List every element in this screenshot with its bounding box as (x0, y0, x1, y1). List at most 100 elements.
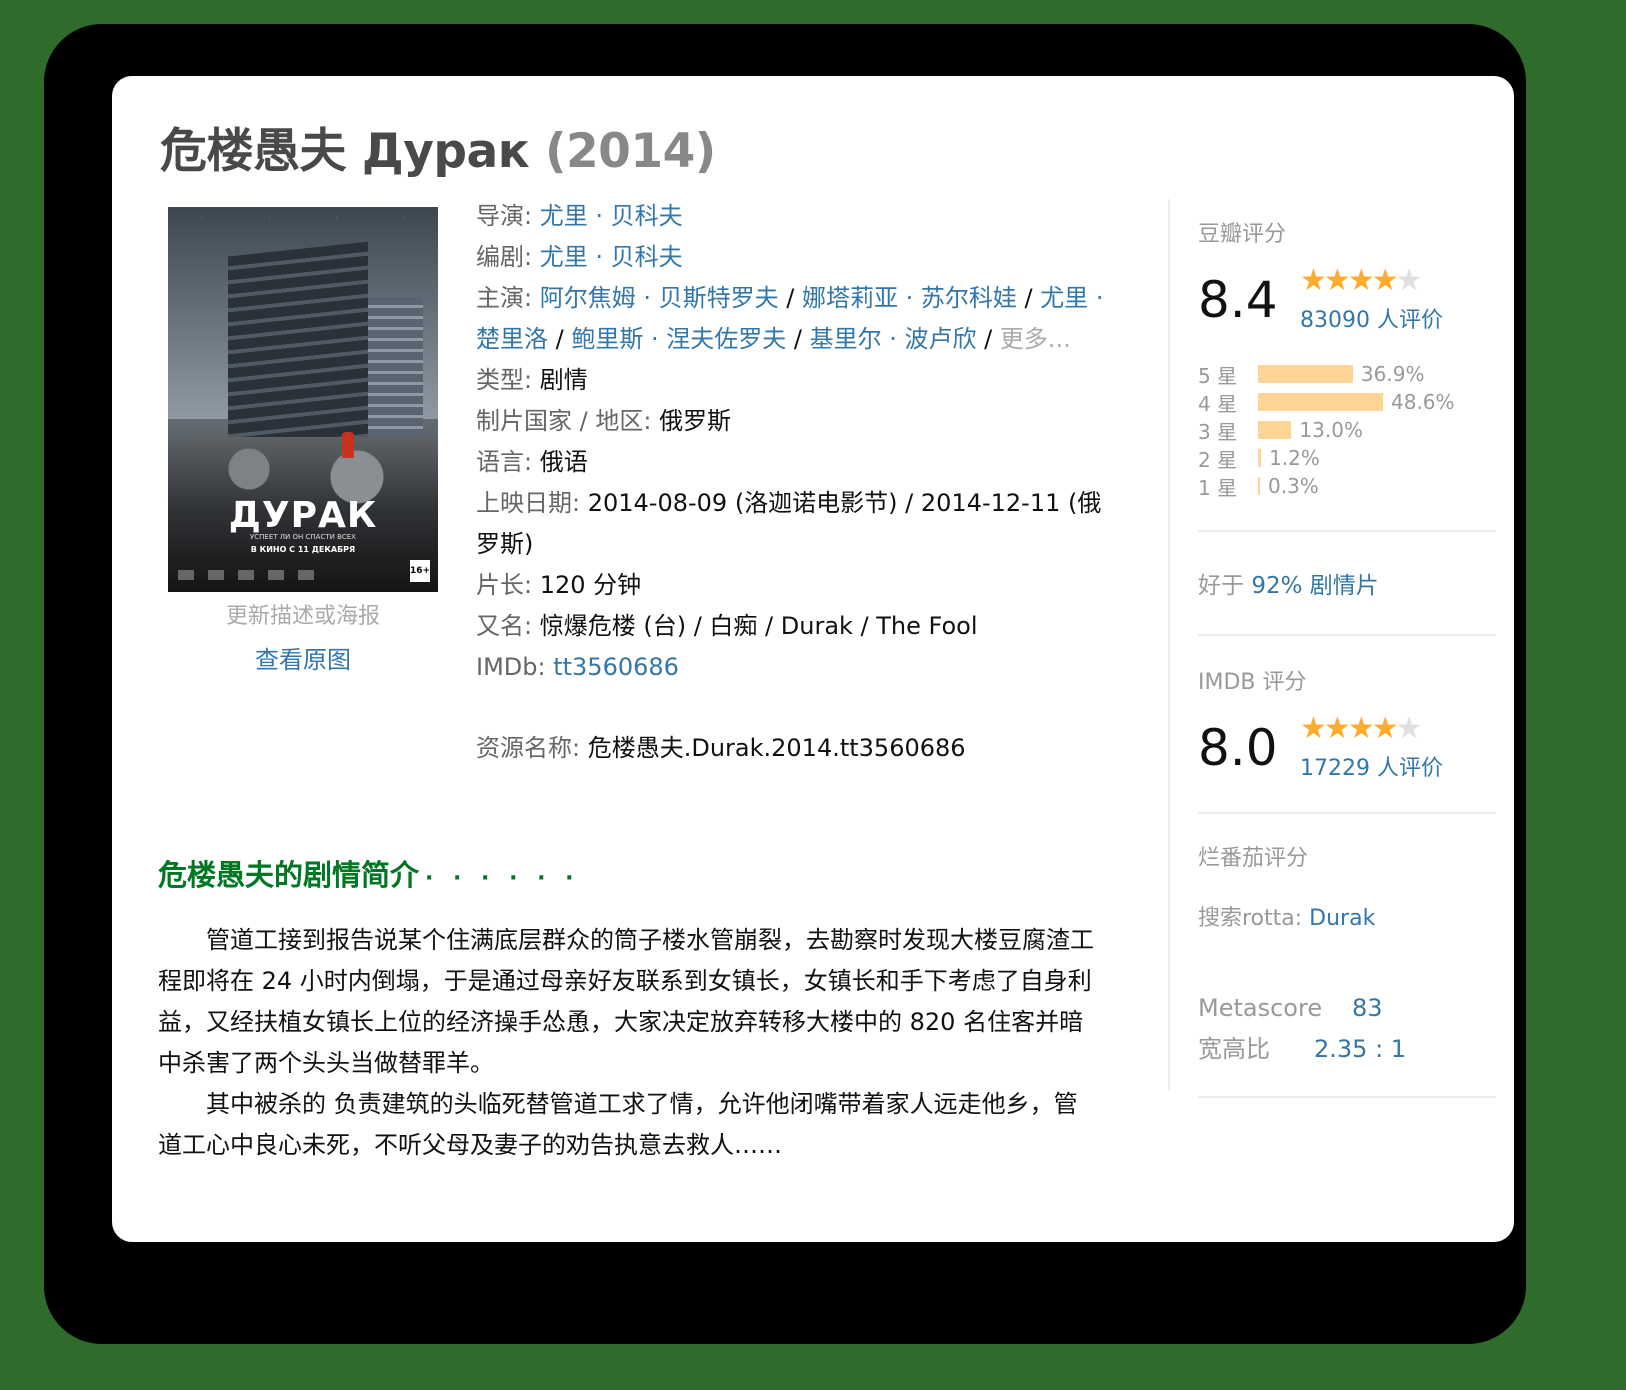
rotten-search-link[interactable]: Durak (1309, 906, 1375, 931)
info-genre: 类型: 剧情 (476, 366, 588, 394)
title-main: 危楼愚夫 Дурак (160, 124, 530, 179)
genre-value: 剧情 (539, 366, 588, 394)
imdb-rating-heading: IMDB 评分 (1198, 670, 1307, 695)
synopsis-dots: · · · · · · (425, 866, 580, 891)
cast-link[interactable]: 基里尔 · 波卢欣 (810, 325, 977, 353)
imdb-score: 8.0 (1198, 719, 1278, 777)
dist-row-2: 2 星 1.2% (1198, 444, 1496, 472)
release-label: 上映日期 (476, 489, 572, 517)
dist-label: 5 星 (1198, 363, 1238, 388)
country-value: 俄罗斯 (659, 407, 732, 435)
dist-label: 1 星 (1198, 475, 1238, 500)
director-link[interactable]: 尤里 · 贝科夫 (540, 202, 683, 230)
star-icon: ★ (1371, 711, 1399, 746)
writer-label: 编剧 (476, 243, 524, 271)
better-prefix: 好于 (1198, 573, 1244, 599)
info-cast: 主演: 阿尔焦姆 · 贝斯特罗夫 / 娜塔莉亚 · 苏尔科娃 / 尤里 · 楚里… (476, 284, 1104, 353)
dist-pct: 0.3% (1268, 474, 1319, 498)
sidebar-divider-line (1198, 634, 1496, 636)
dist-bar (1258, 393, 1383, 411)
dist-bar (1258, 365, 1353, 383)
movie-poster[interactable]: · · · · ДУРАК УСПЕЕТ ЛИ ОН СПАСТИ ВСЕХ В КИ… (168, 207, 438, 592)
cast-link[interactable]: 阿尔焦姆 · 贝斯特罗夫 (540, 284, 779, 312)
imdb-stars-block: ★★★★★ 17229 人评价 (1300, 714, 1443, 782)
runtime-value: 120 分钟 (539, 571, 642, 599)
star-icon: ★ (1347, 711, 1375, 746)
poster-building-bg (368, 297, 423, 447)
douban-stars-block: ★★★★★ 83090 人评价 (1300, 266, 1443, 334)
runtime-label: 片长 (476, 571, 524, 599)
dist-bar (1258, 421, 1292, 439)
language-label: 语言 (476, 448, 524, 476)
poster-age-rating: 16+ (410, 560, 430, 582)
dist-pct: 36.9% (1360, 362, 1425, 386)
rotten-search-label: 搜索rotta: (1198, 906, 1303, 931)
country-label: 制片国家 / 地区 (476, 407, 644, 435)
synopsis-paragraph: 管道工接到报告说某个住满底层群众的筒子楼水管崩裂，去勘察时发现大楼豆腐渣工程即将… (158, 926, 1094, 1077)
dist-bar (1258, 477, 1260, 495)
dist-pct: 1.2% (1269, 446, 1320, 470)
info-release: 上映日期: 2014-08-09 (洛迦诺电影节) / 2014-12-11 (… (476, 489, 1102, 558)
better-than: 好于 92% 剧情片 (1198, 566, 1496, 600)
douban-score-row: 8.4 ★★★★★ 83090 人评价 (1198, 266, 1496, 334)
poster-cast-names: · · · · (200, 215, 406, 221)
sidebar-divider-line (1198, 1096, 1496, 1098)
synopsis-heading: 危楼愚夫的剧情简介 · · · · · · (158, 852, 579, 894)
cast-link[interactable]: 娜塔莉亚 · 苏尔科娃 (802, 284, 1017, 312)
view-original-link[interactable]: 查看原图 (168, 640, 438, 675)
info-imdb: IMDb: tt3560686 (476, 653, 679, 681)
cast-link[interactable]: 鲍里斯 · 涅夫佐罗夫 (571, 325, 786, 353)
language-value: 俄语 (539, 448, 588, 476)
cast-label: 主演 (476, 284, 524, 312)
imdb-label: IMDb (476, 653, 538, 681)
star-icon: ★ (1300, 263, 1327, 298)
director-label: 导演 (476, 202, 524, 230)
info-country: 制片国家 / 地区: 俄罗斯 (476, 407, 732, 435)
resource-label: 资源名称 (476, 734, 572, 762)
sidebar-divider-line (1198, 530, 1496, 532)
genre-label: 类型 (476, 366, 524, 394)
star-icon: ★ (1371, 263, 1399, 298)
star-icon: ★ (1347, 263, 1375, 298)
resource-value: 危楼愚夫.Durak.2014.tt3560686 (587, 734, 966, 762)
imdb-stars: ★★★★★ (1300, 714, 1443, 744)
update-description-link[interactable]: 更新描述或海报 (168, 598, 438, 630)
poster-tagline: УСПЕЕТ ЛИ ОН СПАСТИ ВСЕХ (250, 533, 356, 541)
dist-row-5: 5 星 36.9% (1198, 360, 1496, 388)
movie-card: 危楼愚夫 Дурак (2014) · · · · ДУРАК УСПЕЕТ ЛИ О… (112, 76, 1514, 1242)
movie-info: 导演: 尤里 · 贝科夫 编剧: 尤里 · 贝科夫 主演: 阿尔焦姆 · 贝斯特… (476, 196, 1116, 769)
dist-bar (1258, 449, 1262, 467)
dist-row-4: 4 星 48.6% (1198, 388, 1496, 416)
dist-pct: 48.6% (1391, 390, 1455, 414)
dist-row-3: 3 星 13.0% (1198, 416, 1496, 444)
rotten-search: 搜索rotta: Durak (1198, 900, 1496, 932)
imdb-link[interactable]: tt3560686 (553, 653, 679, 681)
dist-label: 3 星 (1198, 419, 1238, 444)
imdb-rating-count[interactable]: 17229 人评价 (1300, 750, 1443, 782)
star-icon: ★ (1323, 711, 1351, 746)
star-empty-icon: ★ (1395, 263, 1423, 298)
douban-rating-heading: 豆瓣评分 (1198, 222, 1287, 247)
aspect-label: 宽高比 (1198, 1035, 1270, 1063)
poster-figure (342, 432, 354, 458)
info-resource: 资源名称: 危楼愚夫.Durak.2014.tt3560686 (476, 734, 966, 762)
douban-rating-count[interactable]: 83090 人评价 (1300, 302, 1443, 334)
sidebar-divider-line (1198, 812, 1496, 814)
imdb-score-row: 8.0 ★★★★★ 17229 人评价 (1198, 714, 1496, 782)
synopsis-body: 管道工接到报告说某个住满底层群众的筒子楼水管崩裂，去勘察时发现大楼豆腐渣工程即将… (158, 920, 1094, 1166)
better-than-link[interactable]: 92% 剧情片 (1251, 573, 1378, 599)
info-language: 语言: 俄语 (476, 448, 588, 476)
aspect-value: 2.35 : 1 (1314, 1035, 1407, 1063)
douban-stars: ★★★★★ (1300, 266, 1443, 296)
dist-pct: 13.0% (1299, 418, 1363, 442)
star-icon: ★ (1300, 711, 1327, 746)
rating-sidebar: 豆瓣评分 8.4 ★★★★★ 83090 人评价 5 星 36.9% 4 星 48.… (1198, 216, 1496, 1098)
poster-release: В КИНО С 11 ДЕКАБРЯ (250, 545, 356, 554)
metascore-value[interactable]: 83 (1352, 988, 1383, 1029)
rotten-rating-heading: 烂番茄评分 (1198, 846, 1309, 871)
writer-link[interactable]: 尤里 · 贝科夫 (540, 243, 683, 271)
info-director: 导演: 尤里 · 贝科夫 (476, 202, 683, 230)
poster-title: ДУРАК (228, 495, 378, 536)
rating-distribution: 5 星 36.9% 4 星 48.6% 3 星 13.0% 2 星 1.2% 1 星 0.… (1198, 360, 1496, 500)
cast-more-link[interactable]: 更多... (1000, 325, 1071, 353)
